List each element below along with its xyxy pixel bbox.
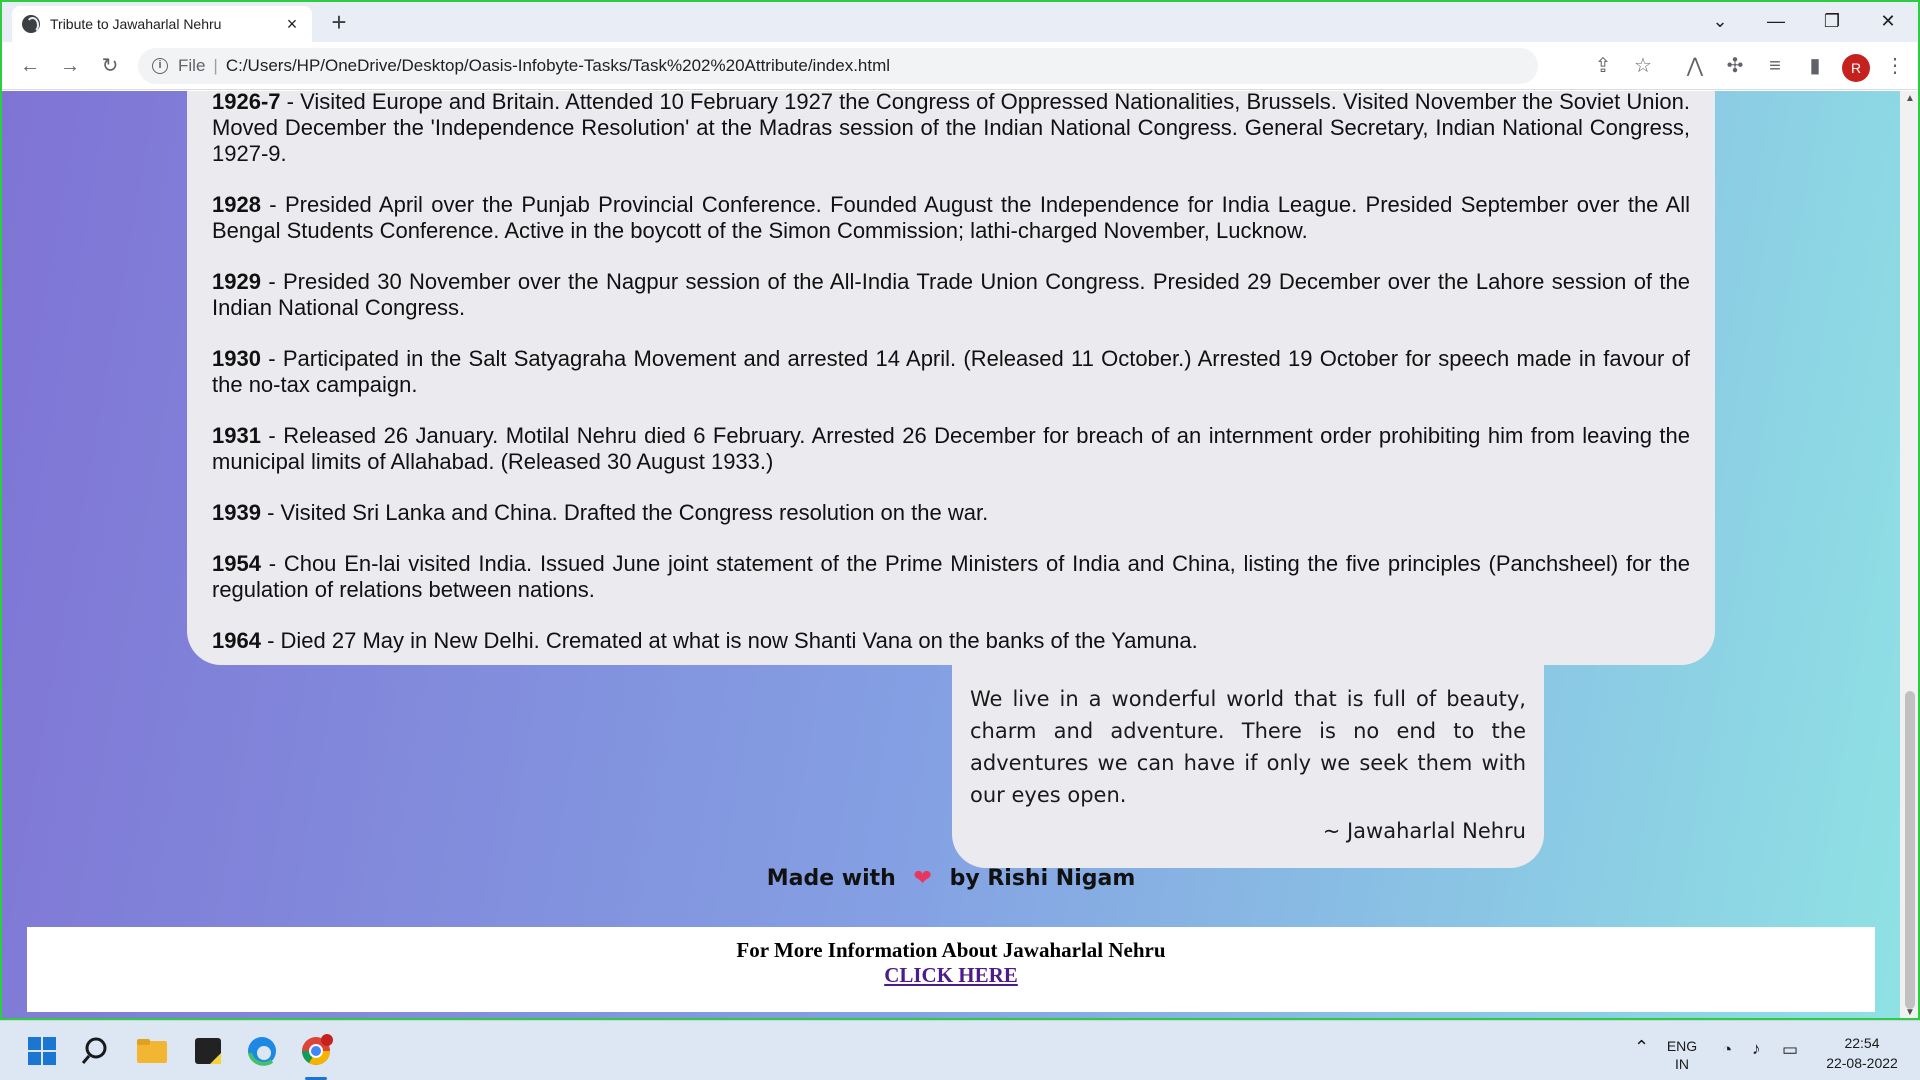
timeline-year: 1931 <box>212 423 261 448</box>
more-info-text: For More Information About Jawaharlal Ne… <box>736 938 1166 962</box>
sticky-notes-icon[interactable] <box>188 1031 228 1071</box>
timeline-text: - Visited Europe and Britain. Attended 1… <box>212 91 1690 166</box>
timeline-card: 1926-7 - Visited Europe and Britain. Att… <box>187 91 1715 665</box>
edge-browser-icon[interactable] <box>242 1031 282 1071</box>
taskbar: ⌃ ENG IN ◔ ♪ ▭ 22:54 22-08-2022 <box>0 1020 1920 1080</box>
timeline-text: - Presided 30 November over the Nagpur s… <box>212 269 1690 320</box>
more-info-bar: For More Information About Jawaharlal Ne… <box>27 927 1875 1012</box>
url-text[interactable]: C:/Users/HP/OneDrive/Desktop/Oasis-Infob… <box>226 56 890 76</box>
page-viewport: 1926-7 - Visited Europe and Britain. Att… <box>2 91 1900 1018</box>
heart-icon: ❤ <box>913 866 932 891</box>
restore-button[interactable]: ❐ <box>1804 2 1860 42</box>
profile-avatar[interactable]: R <box>1842 54 1870 82</box>
timeline-text: - Participated in the Salt Satyagraha Mo… <box>212 346 1690 397</box>
language-primary: ENG <box>1666 1038 1698 1054</box>
tab-search-icon[interactable]: ⌄ <box>1692 2 1748 42</box>
timeline-year: 1954 <box>212 551 261 576</box>
globe-icon <box>22 15 40 33</box>
volume-icon[interactable]: ♪ <box>1752 1039 1761 1059</box>
side-panel-icon[interactable]: ▮ <box>1802 53 1828 79</box>
vertical-scrollbar[interactable]: ▲ ▼ <box>1900 91 1918 1018</box>
timeline-entry: 1930 - Participated in the Salt Satyagra… <box>212 346 1690 398</box>
timeline-text: - Visited Sri Lanka and China. Drafted t… <box>260 500 989 525</box>
close-tab-icon[interactable]: × <box>282 14 302 35</box>
media-queue-icon[interactable]: ≡ <box>1762 53 1788 79</box>
start-windows-icon[interactable] <box>22 1031 62 1071</box>
menu-kebab-icon[interactable]: ⋮ <box>1882 53 1908 79</box>
timeline-entry: 1929 - Presided 30 November over the Nag… <box>212 269 1690 321</box>
browser-window: Tribute to Jawaharlal Nehru × + ⌄ — ❐ ✕ … <box>0 0 1920 1020</box>
timeline-text: - Chou En-lai visited India. Issued June… <box>212 551 1690 602</box>
chrome-icon[interactable] <box>296 1031 336 1071</box>
browser-toolbar: ← → ↻ i File | C:/Users/HP/OneDrive/Desk… <box>2 42 1918 90</box>
scrollbar-thumb[interactable] <box>1905 691 1915 1009</box>
quote-card: We live in a wonderful world that is ful… <box>952 665 1544 868</box>
timeline-year: 1939 <box>212 500 261 525</box>
address-separator: | <box>213 56 218 75</box>
share-icon[interactable]: ⇪ <box>1590 53 1616 79</box>
timeline-year: 1930 <box>212 346 261 371</box>
reload-icon[interactable]: ↻ <box>96 52 124 80</box>
clock-time: 22:54 <box>1844 1035 1880 1051</box>
timeline-text: - Released 26 January. Motilal Nehru die… <box>212 423 1690 474</box>
address-bar[interactable]: i File | C:/Users/HP/OneDrive/Desktop/Oa… <box>138 48 1538 84</box>
back-arrow-icon[interactable]: ← <box>16 52 44 80</box>
scroll-up-arrow-icon[interactable]: ▲ <box>1905 93 1915 104</box>
tab-strip: Tribute to Jawaharlal Nehru × + ⌄ — ❐ ✕ <box>2 2 1918 42</box>
scroll-down-arrow-icon[interactable]: ▼ <box>1905 1007 1915 1018</box>
timeline-entry: 1964 - Died 27 May in New Delhi. Cremate… <box>212 628 1690 654</box>
quote-author: ~ Jawaharlal Nehru <box>1322 819 1526 843</box>
search-icon[interactable] <box>78 1031 118 1071</box>
extension-a-icon[interactable]: ⋀ <box>1682 53 1708 79</box>
battery-icon[interactable]: ▭ <box>1782 1040 1798 1060</box>
timeline-year: 1926-7 <box>212 91 281 114</box>
timeline-entry: 1954 - Chou En-lai visited India. Issued… <box>212 551 1690 603</box>
author-credit: by Rishi Nigam <box>949 866 1136 891</box>
timeline-text: - Died 27 May in New Delhi. Cremated at … <box>260 628 1198 653</box>
timeline-entry: 1926-7 - Visited Europe and Britain. Att… <box>212 91 1690 167</box>
timeline-text: - Presided April over the Punjab Provinc… <box>212 192 1690 243</box>
timeline-year: 1928 <box>212 192 261 217</box>
file-explorer-icon[interactable] <box>132 1031 172 1071</box>
click-here-link[interactable]: CLICK HERE <box>884 963 1018 987</box>
info-icon[interactable]: i <box>152 58 168 74</box>
minimize-button[interactable]: — <box>1748 2 1804 42</box>
window-close-button[interactable]: ✕ <box>1860 2 1916 42</box>
clock-date: 22-08-2022 <box>1826 1055 1898 1071</box>
language-secondary: IN <box>1675 1056 1689 1072</box>
made-with-credit: Made with ❤ by Rishi Nigam <box>2 866 1900 891</box>
timeline-entry: 1939 - Visited Sri Lanka and China. Draf… <box>212 500 1690 526</box>
made-with-label: Made with <box>766 866 896 891</box>
clock[interactable]: 22:54 22-08-2022 <box>1822 1033 1902 1073</box>
timeline-year: 1929 <box>212 269 261 294</box>
new-tab-button[interactable]: + <box>324 8 354 38</box>
timeline-entry: 1931 - Released 26 January. Motilal Nehr… <box>212 423 1690 475</box>
bookmark-star-icon[interactable]: ☆ <box>1630 53 1656 79</box>
quote-text: We live in a wonderful world that is ful… <box>970 687 1526 807</box>
forward-arrow-icon[interactable]: → <box>56 52 84 80</box>
extensions-puzzle-icon[interactable]: ✣ <box>1722 53 1748 79</box>
timeline-entry: 1928 - Presided April over the Punjab Pr… <box>212 192 1690 244</box>
language-indicator[interactable]: ENG IN <box>1664 1037 1700 1073</box>
tray-overflow-chevron-icon[interactable]: ⌃ <box>1634 1037 1649 1058</box>
timeline-year: 1964 <box>212 628 261 653</box>
tab-tribute[interactable]: Tribute to Jawaharlal Nehru × <box>12 6 312 42</box>
tab-title: Tribute to Jawaharlal Nehru <box>50 16 222 32</box>
wifi-icon[interactable]: ◔ <box>1722 1040 1732 1060</box>
scheme-label: File <box>178 56 206 75</box>
